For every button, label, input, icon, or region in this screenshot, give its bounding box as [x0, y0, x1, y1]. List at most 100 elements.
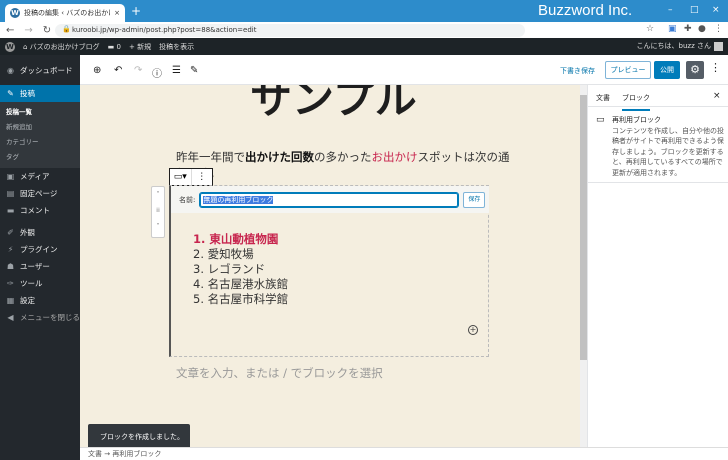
add-block-icon[interactable]: ⊕: [93, 65, 101, 76]
block-card: ▭ 再利用ブロック コンテンツを作成し、自分や他の投稿者がサイトで再利用できるよ…: [596, 115, 724, 178]
site-link[interactable]: ⌂ バズのお出かけブログ: [23, 42, 100, 52]
submenu-all-posts[interactable]: 投稿一覧: [0, 105, 80, 120]
lock-icon: 🔒: [62, 25, 71, 33]
settings-gear-button[interactable]: ⚙: [686, 61, 704, 79]
info-icon[interactable]: ⓘ: [152, 65, 162, 80]
brush-icon: ✐: [7, 228, 14, 237]
redo-icon[interactable]: ↷: [134, 65, 142, 76]
forward-icon[interactable]: →: [24, 25, 32, 36]
empty-block-placeholder[interactable]: 文章を入力、または / でブロックを選択: [176, 365, 383, 381]
post-title[interactable]: サンプル: [250, 85, 417, 126]
sidebar-item-dashboard[interactable]: ◉ ダッシュボード: [0, 55, 80, 85]
menu-icon[interactable]: ⋮: [714, 24, 723, 34]
sidebar-collapse[interactable]: ◀ メニューを閉じる: [0, 309, 80, 326]
block-card-title: 再利用ブロック: [612, 116, 661, 124]
url-field-bg-end: [293, 24, 525, 37]
drag-handle-icon[interactable]: ⁞⁞: [152, 203, 164, 219]
more-options-icon[interactable]: ⋮: [710, 61, 721, 74]
reusable-block-icon[interactable]: ▭▾: [170, 169, 191, 185]
back-icon[interactable]: ←: [6, 25, 14, 36]
list-item: 4. 名古屋港水族館: [193, 277, 289, 291]
settings-tabs: 文書 ブロック ×: [588, 85, 728, 111]
avatar: [714, 41, 723, 51]
move-up-icon[interactable]: ˄: [152, 187, 164, 203]
wp-logo-icon[interactable]: W: [5, 41, 15, 52]
list-item: 2. 愛知牧場: [193, 247, 254, 261]
settings-icon: ▦: [6, 296, 15, 305]
new-link[interactable]: + 新規: [129, 42, 151, 52]
close-window-button[interactable]: ×: [712, 5, 720, 15]
block-card-description: コンテンツを作成し、自分や他の投稿者がサイトで再利用できるよう保存しましょう。ブ…: [612, 126, 724, 177]
submenu-tags[interactable]: タグ: [0, 150, 80, 165]
sidebar-item-appearance[interactable]: ✐ 外観: [0, 224, 80, 241]
star-icon[interactable]: ☆: [646, 24, 654, 34]
comment-icon: ▬: [6, 206, 15, 215]
save-block-button[interactable]: 保存: [463, 191, 486, 208]
paragraph-block[interactable]: 昨年一年間で出かけた回数の多かったお出かけスポットは次の通: [176, 149, 510, 165]
settings-sidebar: 文書 ブロック × ▭ 再利用ブロック コンテンツを作成し、自分や他の投稿者がサ…: [587, 85, 728, 447]
wrench-icon: ✑: [7, 279, 14, 288]
page-icon: ▤: [6, 189, 15, 198]
admin-bar: W ⌂ バズのお出かけブログ ▬ 0 + 新規 投稿を表示: [0, 38, 728, 55]
sidebar-item-users[interactable]: ☗ ユーザー: [0, 258, 80, 275]
sidebar-item-settings[interactable]: ▦ 設定: [0, 292, 80, 309]
block-name-input[interactable]: 無題の再利用ブロック: [199, 191, 460, 208]
maximize-button[interactable]: □: [690, 5, 699, 15]
plugin-icon: ⚡: [7, 245, 14, 254]
sidebar-item-comments[interactable]: ▬ コメント: [0, 202, 80, 219]
submenu-add-new[interactable]: 新規追加: [0, 120, 80, 135]
browser-tab[interactable]: W投稿の編集 ‹ バズのお出かけブログ —×: [5, 4, 125, 22]
preview-button[interactable]: プレビュー: [605, 61, 651, 79]
list-view-icon[interactable]: ☰: [172, 65, 181, 76]
publish-button[interactable]: 公開: [654, 61, 680, 79]
undo-icon[interactable]: ↶: [114, 65, 122, 76]
user-icon: ☗: [6, 262, 15, 271]
ordered-list[interactable]: 1. 東山動植物園 2. 愛知牧場 3. レゴランド 4. 名古屋港水族館 5.…: [193, 232, 288, 307]
admin-sidebar: ◉ ダッシュボード ✎ 投稿 投稿一覧 新規追加 カテゴリー タグ ▣ メディア ▤ 固…: [0, 55, 80, 460]
tab-document[interactable]: 文書: [596, 93, 610, 103]
profile-icon[interactable]: ●: [698, 24, 706, 34]
collapse-icon: ◀: [7, 313, 14, 322]
reload-icon[interactable]: ↻: [43, 25, 51, 36]
puzzle-icon[interactable]: ✚: [684, 24, 692, 34]
wordpress-icon: W: [10, 8, 20, 18]
sidebar-item-plugins[interactable]: ⚡ プラグイン: [0, 241, 80, 258]
tab-block[interactable]: ブロック: [622, 93, 650, 111]
sidebar-item-tools[interactable]: ✑ ツール: [0, 275, 80, 292]
editor-canvas: サンプル りです。 昨年一年間で出かけた回数の多かったお出かけスポットは次の通 …: [80, 85, 580, 447]
scrollbar-thumb[interactable]: [580, 95, 587, 360]
extension-icon[interactable]: ▣: [668, 24, 677, 34]
account-menu[interactable]: こんにちは、buzz さん: [637, 41, 723, 51]
sidebar-item-media[interactable]: ▣ メディア: [0, 168, 80, 185]
inline-add-block-icon[interactable]: +: [468, 325, 478, 335]
media-icon: ▣: [6, 172, 15, 181]
sidebar-item-posts[interactable]: ✎ 投稿: [0, 85, 80, 102]
move-down-icon[interactable]: ˅: [152, 219, 164, 235]
posts-submenu: 投稿一覧 新規追加 カテゴリー タグ: [0, 102, 80, 168]
reusable-block-header: 名前: 無題の再利用ブロック 保存: [171, 186, 489, 213]
snackbar-notice: ブロックを作成しました。: [88, 424, 190, 447]
sidebar-item-pages[interactable]: ▤ 固定ページ: [0, 185, 80, 202]
list-item: 3. レゴランド: [193, 262, 266, 276]
reusable-block: 名前: 無題の再利用ブロック 保存 1. 東山動植物園 2. 愛知牧場 3. レ…: [169, 185, 489, 357]
new-tab-button[interactable]: +: [131, 4, 141, 18]
save-draft-button[interactable]: 下書き保存: [560, 66, 595, 76]
list-item: 1. 東山動植物園: [193, 232, 279, 246]
submenu-categories[interactable]: カテゴリー: [0, 135, 80, 150]
url-input[interactable]: kuroobi.jp/wp-admin/post.php?post=88&act…: [72, 26, 257, 34]
dashboard-icon: ◉: [7, 65, 14, 75]
close-icon[interactable]: ×: [713, 91, 721, 101]
edit-tools-icon[interactable]: ✎: [190, 65, 198, 76]
reusable-block-icon: ▭: [596, 115, 605, 125]
view-post-link[interactable]: 投稿を表示: [159, 42, 194, 52]
close-tab-icon[interactable]: ×: [114, 9, 120, 17]
pin-icon: ✎: [7, 89, 14, 98]
block-mover: ˄ ⁞⁞ ˅: [151, 186, 165, 238]
block-toolbar: ▭▾ ⋮: [169, 168, 213, 186]
list-item: 5. 名古屋市科学館: [193, 292, 289, 306]
block-options-icon[interactable]: ⋮: [190, 169, 213, 185]
brand-watermark: Buzzword Inc.: [538, 2, 633, 19]
minimize-button[interactable]: –: [668, 5, 673, 15]
block-breadcrumb[interactable]: 文書 → 再利用ブロック: [80, 447, 728, 460]
comments-link[interactable]: ▬ 0: [108, 43, 121, 51]
